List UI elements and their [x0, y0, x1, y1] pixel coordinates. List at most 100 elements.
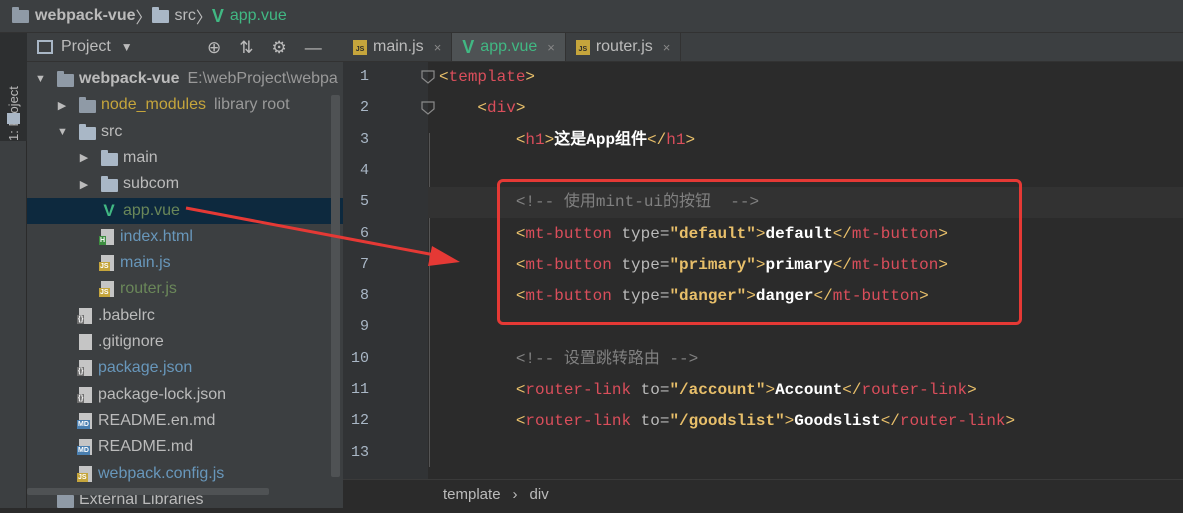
code-line: <h1>这是App组件</h1>	[515, 130, 696, 149]
project-panel: Project ▼ ⊕ ⇅ ⚙ — ▼ webpack-vue E:\webProj…	[27, 33, 395, 508]
js-file-icon: JS	[77, 465, 92, 482]
folder-icon	[7, 113, 20, 124]
tree-item-label: main.js	[120, 254, 171, 272]
breadcrumb-file[interactable]: V app.vue	[212, 7, 287, 25]
editor-tab-label: main.js	[373, 38, 424, 55]
expand-arrow-open-icon[interactable]: ▼	[35, 73, 46, 85]
vue-file-icon: V	[462, 37, 475, 57]
tree-item[interactable]: JS webpack.config.js	[27, 461, 373, 487]
tree-item-label: README.md	[98, 438, 194, 456]
line-number: 10	[350, 349, 369, 367]
gear-icon[interactable]: ⚙	[272, 38, 287, 58]
folder-icon	[12, 6, 29, 23]
breadcrumb-separator: 〉	[135, 10, 152, 27]
chevron-down-icon[interactable]: ▼	[121, 40, 133, 54]
line-number: 9	[359, 318, 369, 336]
tree-item[interactable]: MD README.en.md	[27, 408, 373, 434]
close-icon[interactable]: ×	[663, 40, 671, 55]
code-line: <template>	[439, 68, 536, 86]
tool-window-strip: 1: Project	[0, 33, 27, 508]
line-number: 7	[359, 255, 369, 273]
cfg-file-icon: {}	[77, 360, 92, 377]
js-file-icon: JS	[99, 281, 114, 298]
line-number: 13	[350, 443, 369, 461]
line-number: 1	[359, 68, 369, 85]
expand-arrow-open-icon[interactable]: ▼	[57, 126, 68, 138]
project-view-selector[interactable]: Project	[61, 38, 111, 56]
editor-tab[interactable]: JS router.js ×	[566, 33, 682, 61]
tree-item[interactable]: {} package-lock.json	[27, 382, 373, 408]
md-file-icon: MD	[77, 412, 92, 429]
structure-crumb-separator: ›	[512, 485, 518, 503]
tree-item-label: .babelrc	[98, 306, 155, 324]
line-number: 11	[350, 381, 369, 398]
editor-tab-label: app.vue	[480, 38, 538, 55]
doc-file-icon	[79, 334, 92, 350]
code-line: <mt-button type="primary">primary</mt-bu…	[515, 255, 948, 274]
structure-crumb-template[interactable]: template	[443, 486, 501, 503]
horizontal-scrollbar[interactable]	[27, 488, 269, 495]
code-line: <mt-button type="danger">danger</mt-butt…	[515, 287, 929, 306]
tree-item-label: webpack-vue	[79, 70, 180, 87]
vertical-scrollbar[interactable]	[331, 95, 340, 477]
cfg-file-icon: {}	[77, 307, 92, 324]
tree-item-label: package.json	[98, 359, 193, 377]
structure-crumb-div[interactable]: div	[530, 486, 549, 503]
close-icon[interactable]: ×	[434, 40, 442, 55]
tree-item[interactable]: MD README.md	[27, 434, 373, 460]
line-number: 4	[359, 161, 369, 179]
breadcrumb-project[interactable]: webpack-vue	[12, 6, 135, 25]
editor-tabs: JS main.js × Vapp.vue × JS router.js ×	[343, 33, 1183, 62]
code-line: <!-- 使用mint-ui的按钮 -->	[515, 193, 760, 212]
folder-icon	[151, 6, 169, 23]
tree-item-label: subcom	[123, 175, 180, 193]
tree-item[interactable]: {} .babelrc	[27, 303, 373, 329]
expand-arrow-closed-icon[interactable]: ▶	[79, 151, 89, 164]
project-tool-tab[interactable]: 1: Project	[0, 33, 27, 141]
folder-icon	[79, 97, 96, 114]
project-panel-header: Project ▼ ⊕ ⇅ ⚙ —	[27, 33, 343, 62]
collapse-all-icon[interactable]: ⇅	[239, 38, 253, 58]
minimize-icon[interactable]: —	[305, 38, 322, 58]
folder-icon	[101, 176, 118, 193]
expand-arrow-closed-icon[interactable]: ▶	[79, 178, 89, 191]
tree-item-extra: library root	[213, 96, 290, 114]
expand-arrow-closed-icon[interactable]: ▶	[57, 99, 67, 112]
tree-item[interactable]: ▼ webpack-vue E:\webProject\webpa	[27, 66, 351, 92]
folder-icon	[57, 71, 74, 87]
folder-icon	[79, 123, 96, 140]
tree-item-label: .gitignore	[98, 333, 164, 350]
line-number: 3	[359, 130, 369, 148]
code-area[interactable]: <template> <div> <h1>这是App组件</h1> <!-- 使…	[428, 62, 1183, 479]
js-file-icon: JS	[575, 39, 590, 55]
code-line: <router-link to="/account">Account</rout…	[515, 381, 977, 399]
md-file-icon: MD	[77, 439, 92, 456]
js-file-icon: JS	[353, 39, 367, 55]
editor-tab[interactable]: JS main.js ×	[343, 33, 453, 61]
tree-item[interactable]: .gitignore	[27, 329, 373, 355]
tree-item-extra: E:\webProject\webpa	[187, 70, 338, 87]
tree-item-label: index.html	[120, 227, 193, 245]
tree-item-label: src	[101, 122, 123, 140]
vue-file-icon: V	[211, 6, 224, 26]
editor-pane: JS main.js × Vapp.vue × JS router.js × 12345678…	[343, 33, 1183, 508]
editor-tab[interactable]: Vapp.vue ×	[452, 33, 566, 61]
locate-file-icon[interactable]: ⊕	[207, 38, 221, 58]
tree-item[interactable]: ▶ node_modules library root	[27, 92, 373, 118]
structure-breadcrumb: template › div	[343, 479, 1183, 508]
code-line: <div>	[477, 99, 526, 118]
code-line: <mt-button type="default">default</mt-bu…	[515, 224, 948, 243]
breadcrumb-folder[interactable]: src	[151, 6, 196, 25]
line-number: 6	[359, 224, 369, 242]
code-line: <router-link to="/goodslist">Goodslist</…	[515, 412, 1016, 431]
project-view-icon	[37, 40, 53, 54]
js-file-icon: JS	[99, 255, 114, 272]
code-line: <!-- 设置跳转路由 -->	[515, 349, 699, 368]
close-icon[interactable]: ×	[547, 40, 555, 55]
tree-item[interactable]: {} package.json	[27, 355, 373, 381]
line-number-gutter: 1 2 3 4 5 6 7 8 9 10 11 12 13	[343, 62, 435, 508]
tree-item-label: webpack.config.js	[98, 464, 225, 482]
tree-item-label: app.vue	[123, 201, 180, 219]
tree-item[interactable]: ▼ src	[27, 119, 373, 145]
line-number: 8	[359, 287, 369, 305]
